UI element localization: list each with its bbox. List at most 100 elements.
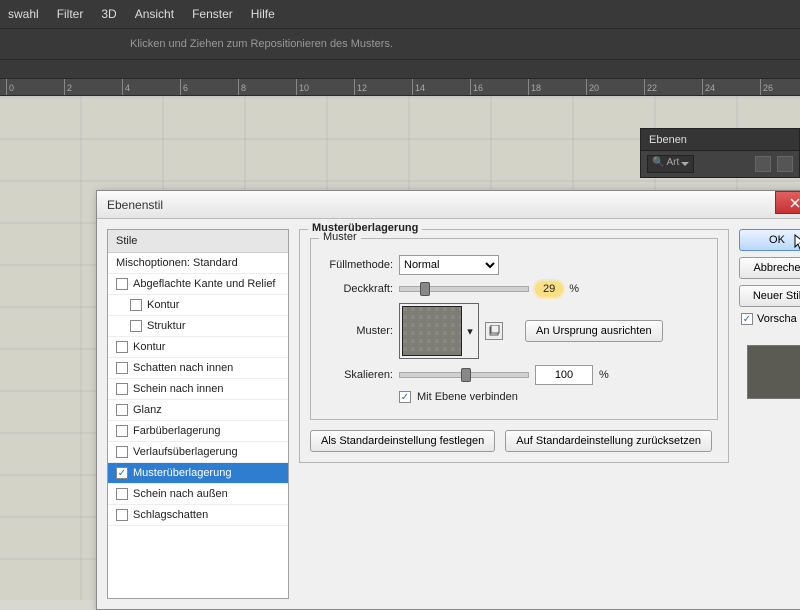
snap-origin-button[interactable]: An Ursprung ausrichten [525, 320, 663, 342]
menu-item[interactable]: Filter [57, 7, 84, 21]
ruler-tick: 22 [644, 79, 657, 95]
style-checkbox[interactable] [116, 362, 128, 374]
chevron-down-icon[interactable]: ▾ [464, 325, 476, 337]
style-checkbox[interactable] [116, 404, 128, 416]
ruler-tick: 16 [470, 79, 483, 95]
style-item[interactable]: Glanz [108, 400, 288, 421]
blend-options-row[interactable]: Mischoptionen: Standard [108, 253, 288, 274]
info-bar: Klicken und Ziehen zum Repositionieren d… [0, 28, 800, 60]
style-item[interactable]: Farbüberlagerung [108, 421, 288, 442]
menu-item[interactable]: swahl [8, 7, 39, 21]
style-checkbox[interactable] [116, 488, 128, 500]
menu-item[interactable]: Hilfe [251, 7, 275, 21]
ruler-tick: 0 [6, 79, 14, 95]
pattern-swatch[interactable] [402, 306, 462, 356]
preview-swatch [747, 345, 800, 399]
style-checkbox[interactable] [130, 320, 142, 332]
ruler-tick: 10 [296, 79, 309, 95]
style-label: Kontur [133, 341, 165, 353]
style-item[interactable]: Schlagschatten [108, 505, 288, 526]
styles-list-header[interactable]: Stile [108, 230, 288, 253]
style-item[interactable]: Schatten nach innen [108, 358, 288, 379]
style-item[interactable]: ✓ Musterüberlagerung [108, 463, 288, 484]
opacity-slider[interactable] [399, 286, 529, 292]
style-label: Abgeflachte Kante und Relief [133, 278, 276, 290]
style-label: Farbüberlagerung [133, 425, 220, 437]
layer-style-dialog: Ebenenstil Stile Mischoptionen: Standard… [96, 190, 800, 610]
pattern-label: Muster: [321, 325, 393, 337]
ruler-tick: 2 [64, 79, 72, 95]
style-checkbox[interactable] [116, 446, 128, 458]
style-label: Schein nach innen [133, 383, 224, 395]
blend-mode-select[interactable]: Normal [399, 255, 499, 275]
new-icon [488, 325, 500, 337]
ruler-tick: 24 [702, 79, 715, 95]
link-label: Mit Ebene verbinden [417, 391, 518, 403]
close-button[interactable] [775, 191, 800, 214]
style-label: Schein nach außen [133, 488, 228, 500]
opacity-label: Deckkraft: [321, 283, 393, 295]
style-item[interactable]: Kontur [108, 337, 288, 358]
style-checkbox[interactable] [116, 278, 128, 290]
style-settings: Musterüberlagerung Muster Füllmethode: N… [295, 219, 735, 609]
ruler-tick: 20 [586, 79, 599, 95]
reset-default-button[interactable]: Auf Standardeinstellung zurücksetzen [505, 430, 712, 452]
layer-kind-select[interactable]: 🔍Art [647, 155, 694, 173]
new-style-button[interactable]: Neuer Stil [739, 285, 800, 307]
cancel-button[interactable]: Abbreche [739, 257, 800, 279]
style-label: Schlagschatten [133, 509, 208, 521]
preview-label: Vorscha [757, 313, 797, 325]
style-item[interactable]: Abgeflachte Kante und Relief [108, 274, 288, 295]
style-item[interactable]: Kontur [108, 295, 288, 316]
filter-icon[interactable] [777, 156, 793, 172]
menu-item[interactable]: Fenster [192, 7, 233, 21]
percent-sign: % [569, 283, 579, 295]
style-checkbox[interactable] [116, 509, 128, 521]
dialog-title-text: Ebenenstil [107, 198, 163, 212]
styles-list: Stile Mischoptionen: Standard Abgeflacht… [107, 229, 289, 599]
make-default-button[interactable]: Als Standardeinstellung festlegen [310, 430, 495, 452]
layers-panel-header[interactable]: Ebenen [641, 129, 799, 151]
style-item[interactable]: Verlaufsüberlagerung [108, 442, 288, 463]
dialog-titlebar[interactable]: Ebenenstil [97, 191, 800, 219]
toolbar-gap [0, 60, 800, 78]
style-item[interactable]: Schein nach außen [108, 484, 288, 505]
style-label: Kontur [147, 299, 179, 311]
dialog-buttons: OK Abbreche Neuer Stil ✓ Vorscha [735, 219, 800, 609]
ruler-horizontal[interactable]: 02468101214161820222426 [0, 78, 800, 96]
percent-sign: % [599, 369, 609, 381]
pattern-overlay-group: Musterüberlagerung Muster Füllmethode: N… [299, 229, 729, 463]
style-checkbox[interactable] [130, 299, 142, 311]
blend-mode-label: Füllmethode: [321, 259, 393, 271]
menu-item[interactable]: 3D [101, 7, 116, 21]
style-checkbox[interactable] [116, 425, 128, 437]
ruler-tick: 4 [122, 79, 130, 95]
new-pattern-button[interactable] [485, 322, 503, 340]
style-label: Musterüberlagerung [133, 467, 231, 479]
subgroup-title: Muster [319, 231, 361, 243]
style-label: Glanz [133, 404, 162, 416]
style-label: Struktur [147, 320, 186, 332]
style-label: Schatten nach innen [133, 362, 233, 374]
close-icon [790, 198, 800, 208]
opacity-value-highlight: 29 [535, 281, 563, 297]
preview-checkbox[interactable]: ✓ [741, 313, 753, 325]
menu-item[interactable]: Ansicht [135, 7, 174, 21]
app-menubar: swahl Filter 3D Ansicht Fenster Hilfe [0, 0, 800, 28]
ok-button[interactable]: OK [739, 229, 800, 251]
scale-slider[interactable] [399, 372, 529, 378]
link-checkbox[interactable]: ✓ [399, 391, 411, 403]
style-item[interactable]: Schein nach innen [108, 379, 288, 400]
style-label: Verlaufsüberlagerung [133, 446, 238, 458]
style-checkbox[interactable] [116, 383, 128, 395]
style-checkbox[interactable] [116, 341, 128, 353]
ruler-tick: 6 [180, 79, 188, 95]
scale-label: Skalieren: [321, 369, 393, 381]
layers-title: Ebenen [649, 134, 687, 146]
style-checkbox[interactable]: ✓ [116, 467, 128, 479]
scale-input[interactable] [535, 365, 593, 385]
info-text: Klicken und Ziehen zum Repositionieren d… [130, 38, 393, 50]
ruler-tick: 12 [354, 79, 367, 95]
filter-icon[interactable] [755, 156, 771, 172]
style-item[interactable]: Struktur [108, 316, 288, 337]
